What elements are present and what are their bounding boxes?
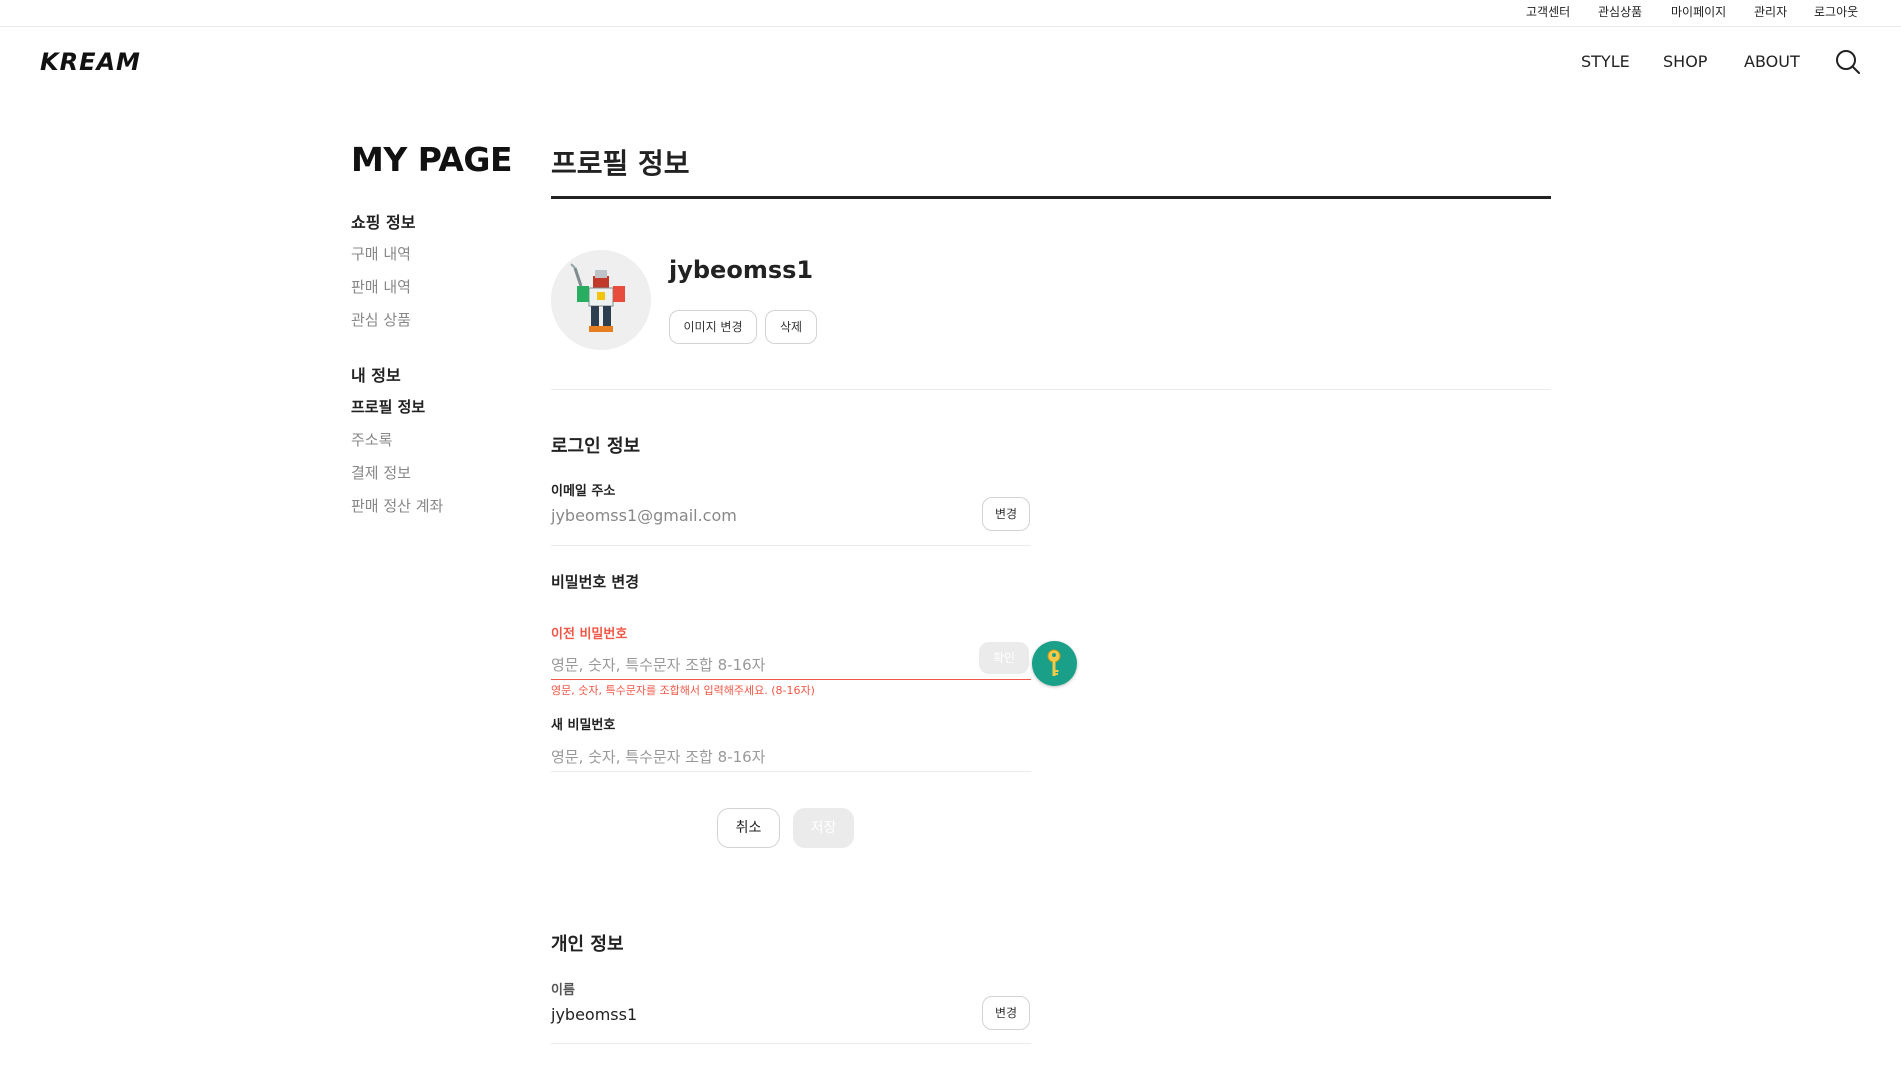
sidebar-group-shopping: 쇼핑 정보 bbox=[351, 213, 416, 232]
robot-figure-icon bbox=[551, 250, 651, 350]
top-utility-bar: 고객센터 관심상품 마이페이지 관리자 로그아웃 bbox=[0, 0, 1901, 27]
sidebar-title: MY PAGE bbox=[351, 140, 513, 179]
old-password-input[interactable] bbox=[551, 653, 971, 677]
new-password-underline bbox=[551, 771, 1031, 772]
new-password-input[interactable] bbox=[551, 745, 971, 769]
delete-image-button[interactable]: 삭제 bbox=[765, 310, 817, 344]
title-divider bbox=[551, 196, 1551, 199]
main-header: KREAM STYLE SHOP ABOUT bbox=[0, 28, 1901, 94]
personal-info-title: 개인 정보 bbox=[551, 934, 624, 955]
sidebar-item-purchase-history[interactable]: 구매 내역 bbox=[351, 243, 411, 264]
sidebar-item-profile[interactable]: 프로필 정보 bbox=[351, 396, 425, 417]
search-icon[interactable] bbox=[1834, 48, 1862, 76]
change-email-button[interactable]: 변경 bbox=[982, 497, 1030, 531]
change-image-button[interactable]: 이미지 변경 bbox=[669, 310, 757, 344]
cancel-button[interactable]: 취소 bbox=[717, 808, 780, 848]
email-label: 이메일 주소 bbox=[551, 484, 616, 499]
save-button[interactable]: 저장 bbox=[793, 808, 854, 848]
name-label: 이름 bbox=[551, 983, 575, 998]
sidebar-group-my-info: 내 정보 bbox=[351, 366, 401, 385]
nav-style[interactable]: STYLE bbox=[1581, 52, 1630, 71]
name-divider bbox=[551, 1043, 1031, 1044]
profile-username: jybeomss1 bbox=[669, 256, 814, 284]
change-name-button[interactable]: 변경 bbox=[982, 996, 1030, 1030]
page-title: 프로필 정보 bbox=[551, 147, 690, 180]
mypage-link[interactable]: 마이페이지 bbox=[1671, 3, 1726, 20]
admin-link[interactable]: 관리자 bbox=[1754, 3, 1787, 20]
name-value: jybeomss1 bbox=[551, 1005, 638, 1024]
sidebar-item-sales-history[interactable]: 판매 내역 bbox=[351, 276, 411, 297]
sidebar-item-settlement-account[interactable]: 판매 정산 계좌 bbox=[351, 495, 443, 516]
kream-logo[interactable]: KREAM bbox=[40, 48, 141, 76]
wishlist-link[interactable]: 관심상품 bbox=[1598, 3, 1642, 20]
login-info-title: 로그인 정보 bbox=[551, 436, 641, 457]
key-icon[interactable] bbox=[1032, 641, 1077, 686]
email-value: jybeomss1@gmail.com bbox=[551, 506, 737, 525]
confirm-password-button[interactable]: 확인 bbox=[979, 642, 1029, 674]
customer-center-link[interactable]: 고객센터 bbox=[1526, 3, 1570, 20]
sidebar-item-wishlist[interactable]: 관심 상품 bbox=[351, 309, 411, 330]
sidebar-item-address-book[interactable]: 주소록 bbox=[351, 429, 392, 450]
old-password-underline bbox=[551, 679, 1031, 680]
avatar bbox=[551, 250, 651, 350]
old-password-label: 이전 비밀번호 bbox=[551, 627, 628, 642]
sidebar-item-payment[interactable]: 결제 정보 bbox=[351, 462, 411, 483]
nav-shop[interactable]: SHOP bbox=[1663, 52, 1707, 71]
new-password-label: 새 비밀번호 bbox=[551, 718, 616, 733]
profile-divider bbox=[551, 389, 1551, 390]
email-divider bbox=[551, 545, 1031, 546]
old-password-error: 영문, 숫자, 특수문자를 조합해서 입력해주세요. (8-16자) bbox=[551, 684, 815, 697]
password-change-title: 비밀번호 변경 bbox=[551, 573, 640, 591]
nav-about[interactable]: ABOUT bbox=[1744, 52, 1800, 71]
logout-link[interactable]: 로그아웃 bbox=[1814, 3, 1858, 20]
